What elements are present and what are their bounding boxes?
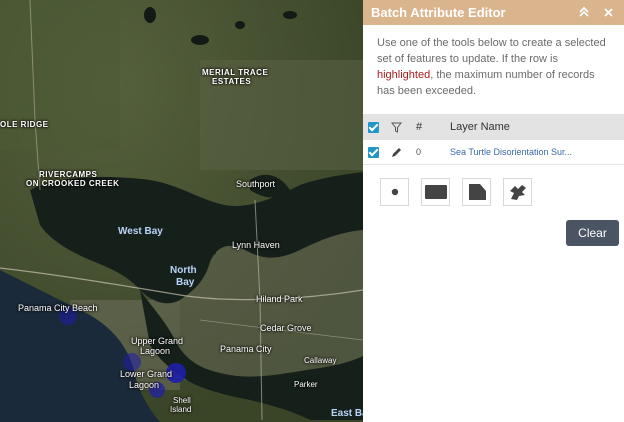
panel-header: Batch Attribute Editor [363, 0, 624, 25]
map-label: Southport [236, 179, 276, 189]
map-label: Lower Grand [120, 369, 173, 379]
instructions-text: Use one of the tools below to create a s… [363, 25, 624, 99]
row-checkbox[interactable] [368, 146, 379, 158]
map-label: Panama City Beach [18, 303, 98, 313]
map-label: RIVERCAMPS [39, 170, 98, 179]
map-label: ON CROOKED CREEK [26, 179, 120, 188]
map-label: Cedar Grove [260, 323, 312, 333]
freehand-tool-button[interactable] [503, 178, 532, 206]
grid-header: # Layer Name [363, 114, 624, 140]
map-label: Bay [176, 277, 195, 288]
map-label: OLE RIDGE [0, 120, 49, 129]
filter-icon[interactable] [391, 122, 411, 133]
map-label: Callaway [304, 356, 337, 365]
map-label: Lagoon [140, 346, 171, 356]
map-label: Lynn Haven [232, 240, 280, 250]
count-column-header[interactable]: # [416, 121, 450, 133]
selection-tools [380, 178, 544, 206]
map-label: Island [170, 405, 192, 414]
double-chevron-up-icon[interactable] [576, 6, 592, 20]
map-label: North [170, 265, 197, 276]
polygon-tool-icon [468, 184, 486, 200]
polygon-tool-button[interactable] [462, 178, 491, 206]
rectangle-tool-button[interactable] [421, 178, 450, 206]
map-label: Hiland Park [256, 294, 303, 304]
table-row[interactable]: 0 Sea Turtle Disorientation Sur... [363, 140, 624, 165]
instructions-part: Use one of the tools below to create a s… [377, 37, 606, 65]
map-label: Parker [294, 380, 318, 389]
close-icon[interactable] [600, 6, 616, 20]
clear-button[interactable]: Clear [566, 220, 619, 246]
layer-grid: # Layer Name 0 Sea Turtle Disorientation… [363, 114, 624, 165]
map-label: East Bay [331, 408, 363, 419]
map-label: Panama City [220, 344, 272, 354]
batch-attribute-editor-panel: Batch Attribute Editor Use one of the to… [363, 0, 624, 422]
row-count: 0 [416, 147, 422, 157]
select-all-checkbox[interactable] [368, 121, 379, 133]
map-label: Upper Grand [131, 336, 184, 346]
layer-name-column-header[interactable]: Layer Name [450, 121, 624, 133]
map-label: MERIAL TRACE [202, 68, 269, 77]
row-layer-name[interactable]: Sea Turtle Disorientation Sur... [450, 147, 624, 157]
map-label: West Bay [118, 226, 163, 237]
map-label: Shell [173, 396, 191, 405]
map-view[interactable]: MERIAL TRACE ESTATES OLE RIDGE RIVERCAMP… [0, 0, 363, 422]
panel-title: Batch Attribute Editor [371, 5, 506, 20]
map-label: ESTATES [212, 77, 252, 86]
point-tool-icon [391, 188, 398, 196]
pencil-icon[interactable] [391, 147, 411, 158]
point-tool-button[interactable] [380, 178, 409, 206]
rectangle-tool-icon [424, 185, 447, 199]
freehand-tool-icon [509, 185, 526, 200]
highlighted-text: highlighted [377, 69, 431, 81]
map-label: Lagoon [129, 380, 160, 390]
